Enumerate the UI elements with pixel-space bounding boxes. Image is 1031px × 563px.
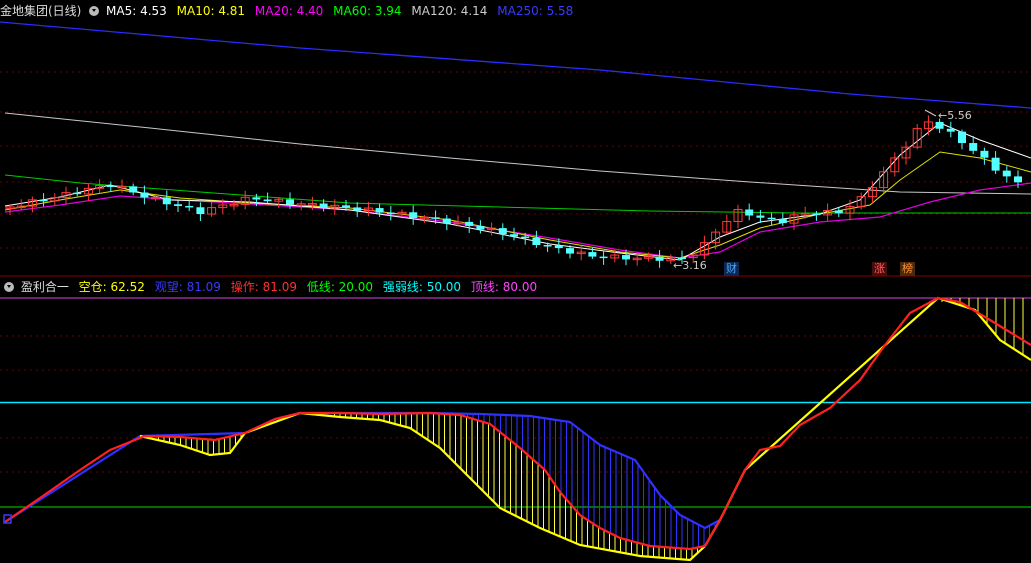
candle-body bbox=[342, 205, 350, 208]
candle-body bbox=[834, 210, 843, 214]
ma10-line bbox=[4, 151, 1031, 259]
high-pointer bbox=[924, 109, 937, 117]
candle-body bbox=[140, 192, 149, 198]
indicator-title: 盈利合一 bbox=[20, 280, 69, 294]
candle-body bbox=[353, 207, 362, 211]
candle-body bbox=[980, 150, 989, 158]
legend-caozuo: 操作: 81.09 bbox=[230, 280, 297, 294]
candle-body bbox=[129, 186, 138, 193]
ma250-line bbox=[0, 21, 1031, 109]
candle-body bbox=[946, 128, 955, 132]
moving-average-lines bbox=[0, 21, 1031, 261]
candle-body bbox=[409, 212, 418, 219]
candle-body bbox=[431, 217, 440, 219]
candle-body bbox=[252, 197, 261, 200]
candle-body bbox=[532, 237, 541, 246]
candle-body bbox=[599, 256, 608, 259]
candle-body bbox=[935, 121, 944, 129]
candle-body bbox=[969, 143, 978, 151]
legend-dingxian: 顶线: 80.00 bbox=[470, 280, 538, 294]
candle-body bbox=[622, 255, 630, 260]
ma250-label: MA250: 5.58 bbox=[497, 4, 574, 18]
price-grid bbox=[0, 71, 1031, 277]
ma20-label: MA20: 4.40 bbox=[254, 4, 324, 18]
chevron-down-icon[interactable] bbox=[89, 6, 100, 16]
candle-body bbox=[958, 131, 966, 144]
candle-body bbox=[476, 225, 485, 230]
candle-body bbox=[39, 199, 48, 202]
indicator-legend: 盈利合一 空仓: 62.52 观望: 81.09 操作: 81.09 低线: 2… bbox=[0, 279, 543, 295]
candle-body bbox=[196, 207, 205, 215]
candle-body bbox=[498, 228, 507, 235]
chevron-down-icon[interactable] bbox=[4, 282, 14, 292]
ma5-line bbox=[4, 122, 1031, 261]
legend-qiangruo: 强弱线: 50.00 bbox=[382, 280, 462, 294]
candle-body bbox=[442, 218, 451, 224]
candle-body bbox=[1014, 176, 1022, 183]
ma20-line bbox=[4, 182, 1031, 259]
candle-body bbox=[162, 197, 171, 205]
candle-body bbox=[521, 236, 530, 239]
candle-body bbox=[767, 217, 776, 220]
ma120-label: MA120: 4.14 bbox=[411, 4, 488, 18]
candle-body bbox=[543, 245, 552, 247]
guanwang-line bbox=[4, 411, 721, 530]
legend-dixian: 低线: 20.00 bbox=[306, 280, 374, 294]
candle-body bbox=[319, 203, 328, 209]
legend-kongcang: 空仓: 62.52 bbox=[78, 280, 145, 294]
candle-body bbox=[1002, 170, 1011, 177]
candle-body bbox=[756, 215, 765, 218]
ma10-label: MA10: 4.81 bbox=[176, 4, 246, 18]
kongcang-line bbox=[139, 296, 1031, 562]
candle-body bbox=[588, 252, 597, 257]
candle-body bbox=[991, 157, 1000, 171]
candle-body bbox=[106, 185, 115, 188]
chart-title: 金地集团(日线) bbox=[0, 4, 82, 18]
badge-cai[interactable]: 财 bbox=[724, 262, 739, 276]
ma5-label: MA5: 4.53 bbox=[106, 4, 167, 18]
candle-body bbox=[375, 208, 384, 213]
candle-body bbox=[745, 209, 754, 216]
candle-body bbox=[174, 204, 182, 206]
candle-body bbox=[386, 212, 395, 215]
candle-body bbox=[778, 218, 787, 224]
high-price-label: ←5.56 bbox=[938, 109, 972, 122]
ma60-label: MA60: 3.94 bbox=[333, 4, 402, 18]
candle-body bbox=[812, 213, 821, 216]
candle-body bbox=[73, 192, 82, 195]
candle-body bbox=[263, 199, 272, 202]
candle-body bbox=[510, 234, 518, 237]
candle-body bbox=[566, 248, 574, 254]
low-price-label: ←3.16 bbox=[673, 259, 707, 272]
legend-guanwang: 观望: 81.09 bbox=[154, 280, 221, 294]
candle-body bbox=[465, 221, 474, 226]
badge-zhang[interactable]: 涨 bbox=[872, 262, 887, 276]
badge-bang[interactable]: 榜 bbox=[900, 262, 915, 276]
candlesticks bbox=[5, 115, 1022, 268]
candle-body bbox=[286, 199, 294, 205]
candle-body bbox=[655, 256, 664, 261]
candle-body bbox=[554, 245, 563, 249]
candle-body bbox=[185, 205, 194, 208]
price-legend: 金地集团(日线) MA5: 4.53 MA10: 4.81 MA20: 4.40… bbox=[0, 3, 579, 19]
